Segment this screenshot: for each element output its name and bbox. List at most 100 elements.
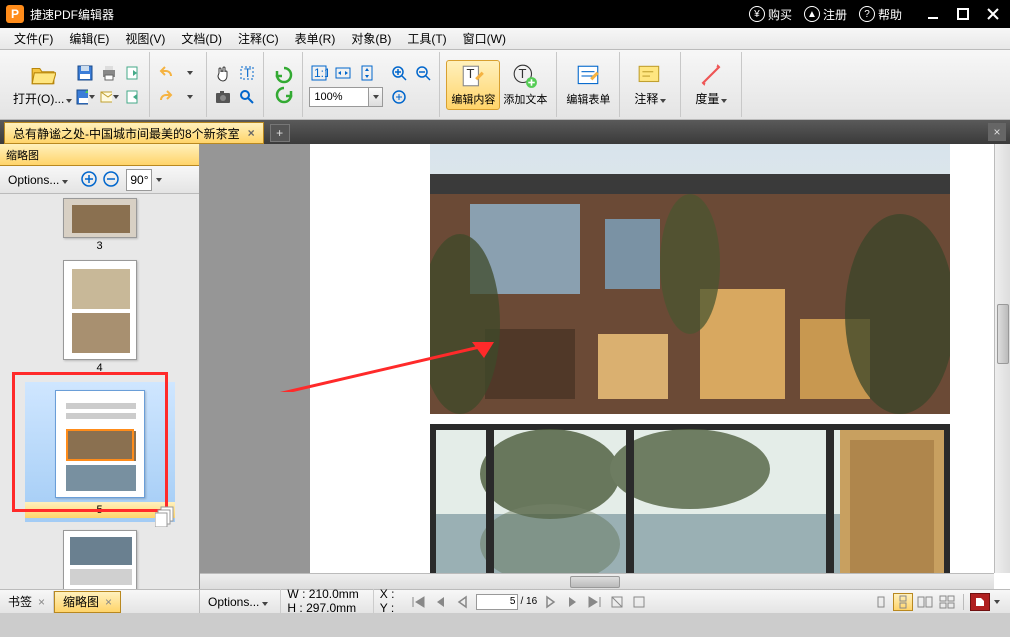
thumbnail-page-3[interactable]: 3 — [40, 198, 160, 252]
prev-page-button[interactable] — [430, 593, 450, 611]
nav-extra-1[interactable] — [607, 593, 627, 611]
undo-dd[interactable] — [180, 63, 200, 83]
help-button[interactable]: ?帮助 — [859, 6, 902, 23]
thumbs-zoom-in[interactable] — [80, 170, 100, 190]
thumbs-rotate-dd[interactable] — [156, 178, 162, 182]
first-page-button[interactable] — [408, 593, 428, 611]
status-options-button[interactable]: Options... — [204, 595, 272, 609]
printer-icon — [100, 64, 118, 82]
zoom-in-button[interactable] — [389, 63, 409, 83]
measure-icon — [698, 62, 724, 88]
thumbnail-page-6[interactable] — [40, 530, 160, 589]
thumbs-zoom-out[interactable] — [102, 170, 122, 190]
thumbnails-tab[interactable]: 缩略图× — [54, 591, 121, 613]
add-tab-button[interactable]: + — [270, 124, 290, 142]
app-logo: P — [6, 5, 24, 23]
edit-form-icon — [575, 63, 601, 89]
print-button[interactable] — [99, 63, 119, 83]
menu-comment[interactable]: 注释(C) — [230, 30, 287, 47]
close-icon[interactable]: × — [38, 595, 45, 609]
menu-file[interactable]: 文件(F) — [6, 30, 61, 47]
thumbs-rotate-button[interactable]: 90° — [126, 169, 152, 191]
zoom-dd[interactable] — [369, 87, 383, 107]
vertical-scrollbar[interactable] — [994, 144, 1010, 573]
add-text-button[interactable]: T 添加文本 — [500, 63, 550, 107]
hand-tool[interactable] — [213, 63, 233, 83]
thumbnails-list[interactable]: 3 4 5 — [0, 194, 199, 589]
export-button[interactable] — [123, 63, 143, 83]
fit-height-button[interactable] — [357, 63, 377, 83]
email-button[interactable] — [99, 87, 119, 107]
prev-view-button[interactable] — [452, 593, 472, 611]
v-scroll-thumb[interactable] — [997, 304, 1009, 364]
bookmarks-tab[interactable]: 书签× — [0, 591, 54, 613]
redo-button[interactable] — [156, 87, 176, 107]
annotate-button[interactable]: 注释 — [626, 62, 674, 107]
undo-button[interactable] — [156, 63, 176, 83]
next-view-button[interactable] — [541, 593, 561, 611]
thumbnail-page-5[interactable]: 5 — [25, 382, 175, 522]
text-select-tool[interactable]: T — [237, 63, 257, 83]
document-canvas[interactable] — [200, 144, 1010, 589]
redo-dd[interactable] — [180, 87, 200, 107]
menu-window[interactable]: 窗口(W) — [455, 30, 514, 47]
actual-size-button[interactable]: 1:1 — [309, 63, 329, 83]
close-icon[interactable]: × — [105, 595, 112, 609]
edit-form-button[interactable]: 编辑表单 — [563, 63, 613, 107]
close-all-tabs-button[interactable]: × — [988, 123, 1006, 141]
zoom-marquee-button[interactable] — [389, 87, 409, 107]
tab-close-icon[interactable]: × — [248, 126, 255, 140]
facing-view[interactable] — [915, 593, 935, 611]
viewport-indicator[interactable] — [66, 429, 134, 461]
import-icon — [124, 88, 142, 106]
horizontal-scrollbar[interactable] — [200, 573, 994, 589]
minimize-button[interactable] — [922, 5, 944, 23]
edit-content-icon: T — [460, 63, 486, 89]
thumbnail-label: 5 — [25, 502, 175, 518]
maximize-button[interactable] — [952, 5, 974, 23]
menu-tool[interactable]: 工具(T) — [399, 30, 454, 47]
zoom-input[interactable] — [309, 87, 369, 107]
register-button[interactable]: ▲注册 — [804, 6, 847, 23]
search-tool[interactable] — [237, 87, 257, 107]
next-page-button[interactable] — [563, 593, 583, 611]
import-button[interactable] — [123, 87, 143, 107]
continuous-facing-view[interactable] — [937, 593, 957, 611]
cursor-position: X : Y : — [373, 588, 401, 614]
camera-icon — [214, 88, 232, 106]
menu-view[interactable]: 视图(V) — [117, 30, 173, 47]
save-as-button[interactable] — [75, 87, 95, 107]
open-button[interactable]: 打开(O)... — [10, 62, 75, 107]
menu-form[interactable]: 表单(R) — [287, 30, 344, 47]
measure-button[interactable]: 度量 — [687, 62, 735, 107]
menu-object[interactable]: 对象(B) — [343, 30, 399, 47]
title-bar: P 捷速PDF编辑器 ¥购买 ▲注册 ?帮助 — [0, 0, 1010, 28]
fit-width-button[interactable] — [333, 63, 353, 83]
snapshot-tool[interactable] — [213, 87, 233, 107]
single-page-view[interactable] — [871, 593, 891, 611]
buy-button[interactable]: ¥购买 — [749, 6, 792, 23]
marquee-zoom-icon — [390, 88, 408, 106]
page-number-input[interactable] — [476, 594, 518, 610]
thumbnail-page-4[interactable]: 4 — [40, 260, 160, 374]
zoom-out-button[interactable] — [413, 63, 433, 83]
thumbnails-options-button[interactable]: Options... — [4, 171, 72, 189]
menu-doc[interactable]: 文档(D) — [173, 30, 230, 47]
last-page-button[interactable] — [585, 593, 605, 611]
close-button[interactable] — [982, 5, 1004, 23]
document-tab[interactable]: 总有静谧之处-中国城市间最美的8个新茶室 × — [4, 122, 264, 144]
continuous-view[interactable] — [893, 593, 913, 611]
pdf-mode-dd[interactable] — [994, 600, 1000, 604]
save-button[interactable] — [75, 63, 95, 83]
menu-edit[interactable]: 编辑(E) — [61, 30, 117, 47]
pdf-mode-button[interactable] — [970, 593, 990, 611]
page-stack-icon — [155, 505, 177, 527]
rotate-cw-button[interactable] — [273, 85, 293, 105]
undo-icon — [157, 64, 175, 82]
folder-open-icon — [30, 62, 56, 88]
nav-extra-2[interactable] — [629, 593, 649, 611]
edit-content-button[interactable]: T 编辑内容 — [446, 60, 500, 110]
h-scroll-thumb[interactable] — [570, 576, 620, 588]
search-icon — [238, 88, 256, 106]
rotate-ccw-button[interactable] — [273, 65, 293, 85]
